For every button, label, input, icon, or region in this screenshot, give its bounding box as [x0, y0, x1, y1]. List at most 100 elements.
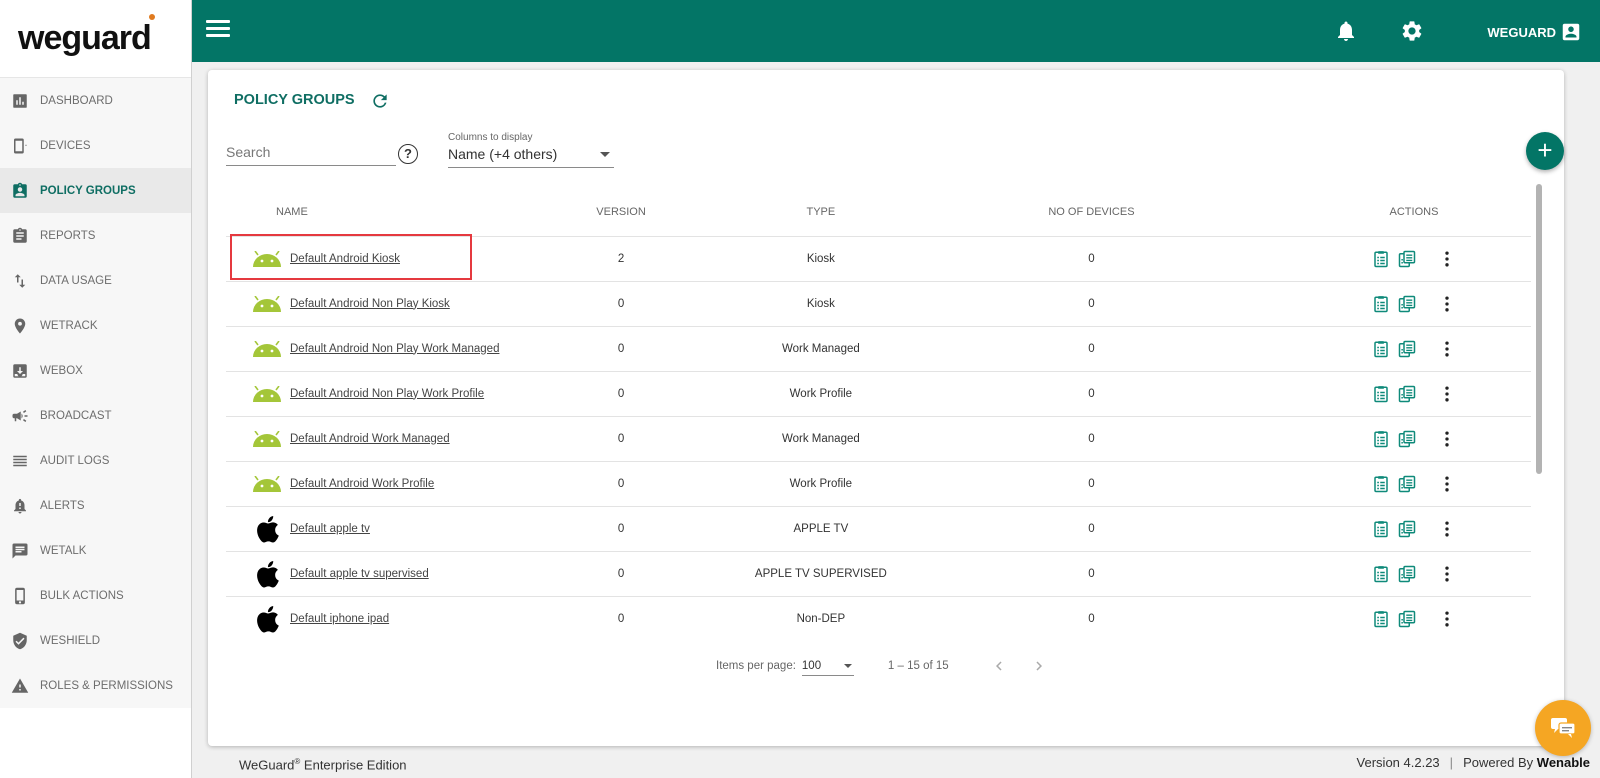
- add-policy-button[interactable]: +: [1526, 132, 1564, 170]
- table-row[interactable]: Default Android Work Managed 0 Work Manage…: [226, 416, 1531, 462]
- columns-select[interactable]: Name (+4 others): [448, 146, 614, 168]
- table-row[interactable]: Default Android Work Profile 0 Work Profil…: [226, 461, 1531, 507]
- cell-name: Default iphone ipad: [226, 596, 597, 640]
- page-range: 1 – 15 of 15: [887, 660, 949, 672]
- cell-name: Default Android Work Managed: [226, 416, 597, 462]
- header-devices[interactable]: NO OF DEVICES: [995, 188, 1187, 237]
- more-options-icon[interactable]: [1437, 609, 1457, 629]
- sidebar-item-label: POLICY GROUPS: [40, 184, 136, 197]
- table-row[interactable]: Default Android Non Play Work Profile 0 Wo…: [226, 371, 1531, 417]
- more-options-icon[interactable]: [1437, 249, 1457, 269]
- view-policy-icon[interactable]: [1371, 474, 1391, 494]
- more-options-icon[interactable]: [1437, 339, 1457, 359]
- policy-name-link[interactable]: Default Android Non Play Work Profile: [290, 388, 484, 400]
- more-options-icon[interactable]: [1437, 519, 1457, 539]
- sidebar-item-broadcast[interactable]: BROADCAST: [0, 393, 191, 438]
- view-policy-icon[interactable]: [1371, 564, 1391, 584]
- table-row[interactable]: Default apple tv 0 APPLE TV 0: [226, 506, 1531, 552]
- sidebar-item-wetalk[interactable]: WETALK: [0, 528, 191, 573]
- highlight-box: [230, 233, 472, 280]
- policy-name-link[interactable]: Default apple tv supervised: [290, 568, 429, 580]
- view-policy-icon[interactable]: [1371, 519, 1391, 539]
- sidebar-item-webox[interactable]: WEBOX: [0, 348, 191, 393]
- apple-icon: [250, 515, 284, 543]
- more-options-icon[interactable]: [1437, 384, 1457, 404]
- header-name[interactable]: NAME: [226, 188, 597, 237]
- sidebar-item-roles-permissions[interactable]: ROLES & PERMISSIONS: [0, 663, 191, 708]
- sidebar-item-label: DASHBOARD: [40, 94, 113, 107]
- view-policy-icon[interactable]: [1371, 339, 1391, 359]
- copy-policy-icon[interactable]: [1397, 339, 1417, 359]
- cell-actions: [1186, 596, 1531, 640]
- sidebar-item-label: WETALK: [40, 544, 87, 557]
- next-page-button[interactable]: [1027, 654, 1051, 678]
- sidebar-item-alerts[interactable]: ALERTS: [0, 483, 191, 528]
- chat-bubbles-icon: [1551, 718, 1576, 738]
- table-header-row: NAME VERSION TYPE NO OF DEVICES ACTIONS: [226, 188, 1531, 237]
- notification-bell-icon[interactable]: [1334, 19, 1358, 43]
- hamburger-menu-icon[interactable]: [206, 20, 230, 40]
- sidebar-item-dashboard[interactable]: DASHBOARD: [0, 78, 191, 123]
- settings-gear-icon[interactable]: [1400, 19, 1424, 43]
- cell-name: Default apple tv: [226, 506, 597, 552]
- search-input[interactable]: [226, 144, 396, 160]
- cell-version: 0: [596, 371, 646, 417]
- policy-name-link[interactable]: Default Android Non Play Work Managed: [290, 343, 499, 355]
- header-type[interactable]: TYPE: [645, 188, 996, 237]
- policy-name-link[interactable]: Default apple tv: [290, 523, 370, 535]
- sidebar-item-label: BROADCAST: [40, 409, 112, 422]
- previous-page-button[interactable]: [987, 654, 1011, 678]
- policy-name-link[interactable]: Default Android Non Play Kiosk: [290, 298, 450, 310]
- more-options-icon[interactable]: [1437, 294, 1457, 314]
- account-icon: [1562, 23, 1580, 41]
- android-icon: [250, 425, 284, 453]
- table-row[interactable]: Default Android Kiosk 2 Kiosk 0: [226, 233, 1531, 282]
- more-options-icon[interactable]: [1437, 474, 1457, 494]
- more-options-icon[interactable]: [1437, 429, 1457, 449]
- copy-policy-icon[interactable]: [1397, 429, 1417, 449]
- view-policy-icon[interactable]: [1371, 609, 1391, 629]
- copy-policy-icon[interactable]: [1397, 249, 1417, 269]
- table-row[interactable]: Default Android Non Play Work Managed 0 Wo…: [226, 326, 1531, 372]
- copy-policy-icon[interactable]: [1397, 519, 1417, 539]
- logo-dot: [148, 13, 155, 20]
- table-row[interactable]: Default apple tv supervised 0 APPLE TV SUP…: [226, 551, 1531, 597]
- sidebar-item-wetrack[interactable]: WETRACK: [0, 303, 191, 348]
- policy-icon: [10, 181, 30, 201]
- more-options-icon[interactable]: [1437, 564, 1457, 584]
- copy-policy-icon[interactable]: [1397, 609, 1417, 629]
- copy-policy-icon[interactable]: [1397, 294, 1417, 314]
- policy-name-link[interactable]: Default Android Work Managed: [290, 433, 450, 445]
- sidebar-item-weshield[interactable]: WESHIELD: [0, 618, 191, 663]
- sidebar-item-data-usage[interactable]: DATA USAGE: [0, 258, 191, 303]
- table-scrollbar[interactable]: [1536, 184, 1542, 474]
- sidebar-item-reports[interactable]: REPORTS: [0, 213, 191, 258]
- edition-text: Enterprise Edition: [300, 757, 407, 773]
- sidebar-item-audit-logs[interactable]: AUDIT LOGS: [0, 438, 191, 483]
- cell-version: 0: [596, 326, 646, 372]
- copy-policy-icon[interactable]: [1397, 474, 1417, 494]
- search-field: [226, 144, 396, 166]
- sidebar-item-bulk-actions[interactable]: BULK ACTIONS: [0, 573, 191, 618]
- chevron-left-icon: [995, 661, 1002, 671]
- sidebar-item-policy-groups[interactable]: POLICY GROUPS: [0, 168, 191, 213]
- weguard-logo[interactable]: weguard: [0, 0, 191, 78]
- refresh-icon[interactable]: [370, 91, 390, 111]
- header-version[interactable]: VERSION: [596, 188, 646, 237]
- policy-name-link[interactable]: Default iphone ipad: [290, 613, 389, 625]
- user-menu[interactable]: WEGUARD: [1487, 21, 1582, 43]
- help-icon[interactable]: ?: [398, 144, 418, 164]
- sidebar-item-label: REPORTS: [40, 229, 96, 242]
- live-chat-button[interactable]: [1535, 700, 1591, 756]
- table-row[interactable]: Default iphone ipad 0 Non-DEP 0: [226, 596, 1531, 640]
- items-per-page-select[interactable]: 100: [801, 656, 854, 676]
- sidebar-item-devices[interactable]: DEVICES: [0, 123, 191, 168]
- copy-policy-icon[interactable]: [1397, 564, 1417, 584]
- copy-policy-icon[interactable]: [1397, 384, 1417, 404]
- view-policy-icon[interactable]: [1371, 294, 1391, 314]
- view-policy-icon[interactable]: [1371, 429, 1391, 449]
- view-policy-icon[interactable]: [1371, 384, 1391, 404]
- table-row[interactable]: Default Android Non Play Kiosk 0 Kiosk 0: [226, 281, 1531, 327]
- policy-name-link[interactable]: Default Android Work Profile: [290, 478, 434, 490]
- view-policy-icon[interactable]: [1371, 249, 1391, 269]
